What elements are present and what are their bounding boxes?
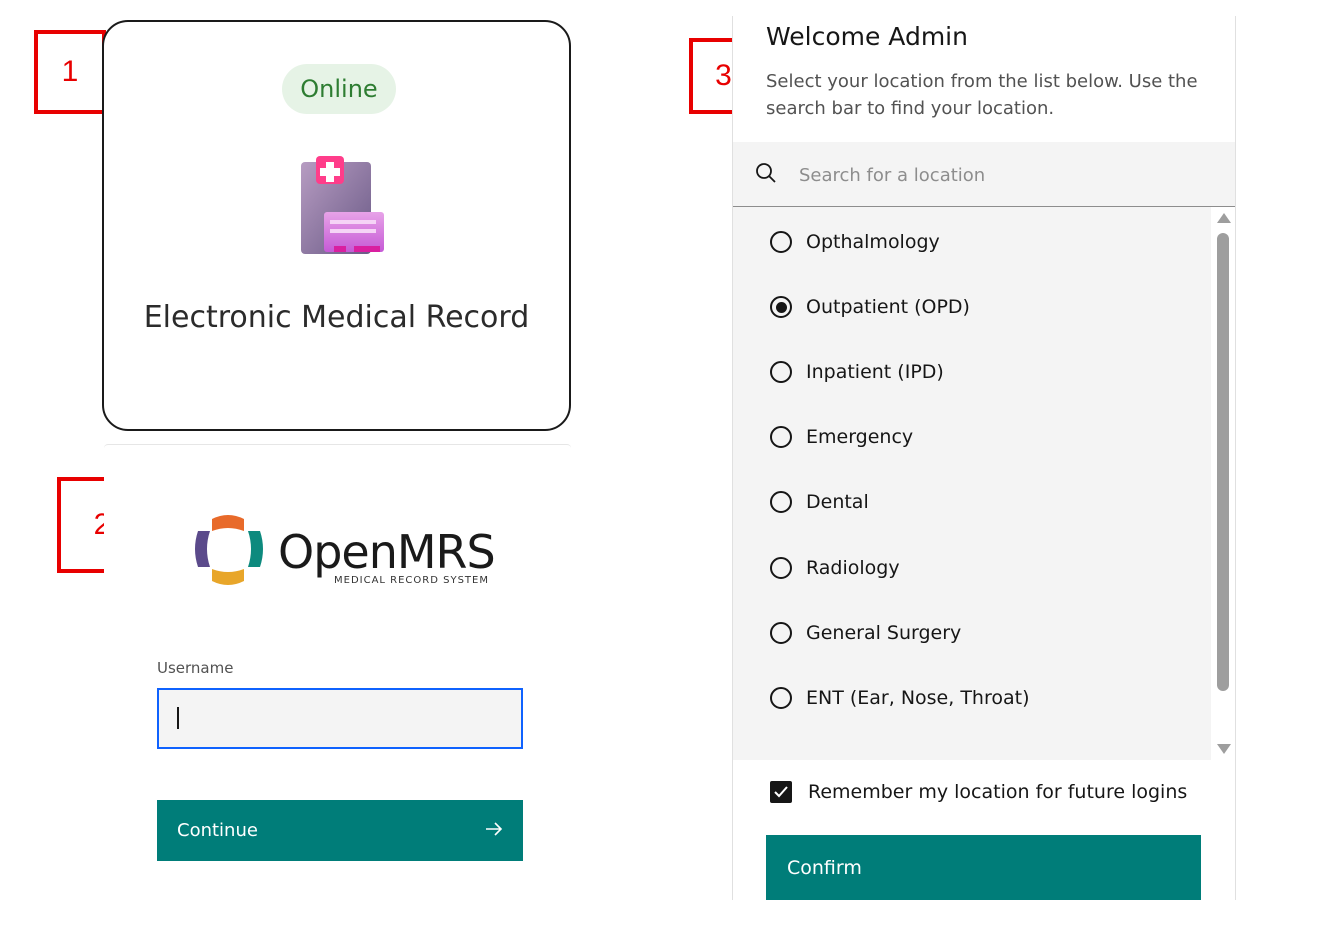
openmrs-logo-icon [190,511,268,594]
app-title: Electronic Medical Record [143,300,530,335]
location-item-radiology[interactable]: Radiology [770,548,900,588]
location-scrollbar[interactable] [1211,207,1235,760]
location-item-general-surgery[interactable]: General Surgery [770,613,961,653]
scroll-down-icon[interactable] [1217,744,1231,754]
location-label: General Surgery [806,622,962,644]
location-label: Outpatient (OPD) [806,296,970,318]
location-item-opthalmology[interactable]: Opthalmology [770,222,940,262]
radio-button[interactable] [770,622,792,644]
location-instructions: Select your location from the list below… [766,71,1198,119]
radio-button[interactable] [770,426,792,448]
location-search[interactable] [733,142,1235,207]
continue-button[interactable]: Continue [157,800,523,861]
radio-button[interactable] [770,361,792,383]
remember-label: Remember my location for future logins [808,781,1188,803]
location-label: Dental [806,491,869,513]
radio-button[interactable] [770,687,792,709]
location-item-ent[interactable]: ENT (Ear, Nose, Throat) [770,678,1030,718]
radio-button-selected[interactable] [770,296,792,318]
location-item-emergency[interactable]: Emergency [770,417,913,457]
search-icon [755,162,777,189]
radio-button[interactable] [770,491,792,513]
text-cursor [177,707,179,729]
remember-location[interactable]: Remember my location for future logins [770,781,1187,803]
confirm-button[interactable]: Confirm [766,835,1201,900]
logo-wordmark: OpenMRS [278,525,496,579]
radio-button[interactable] [770,557,792,579]
radio-button[interactable] [770,231,792,253]
location-picker: Welcome Admin Select your location from … [732,16,1236,900]
location-item-inpatient[interactable]: Inpatient (IPD) [770,352,944,392]
continue-label: Continue [177,820,258,841]
welcome-heading: Welcome Admin [766,22,968,51]
location-label: Emergency [806,426,914,448]
emr-app-card[interactable]: Online Electronic Medical Record [102,20,571,431]
annotation-marker-1: 1 [34,30,106,114]
scroll-thumb[interactable] [1217,233,1229,691]
username-label: Username [157,659,234,677]
scroll-up-icon[interactable] [1217,213,1231,223]
logo-tagline: MEDICAL RECORD SYSTEM [334,575,489,586]
location-label: Opthalmology [806,231,940,253]
username-input[interactable] [157,688,523,749]
location-label: ENT (Ear, Nose, Throat) [806,687,1030,709]
search-input[interactable] [797,156,1201,194]
location-list: Opthalmology Outpatient (OPD) Inpatient … [733,207,1211,760]
medical-record-icon [298,156,388,261]
login-card: OpenMRS MEDICAL RECORD SYSTEM Username C… [104,444,571,912]
remember-checkbox[interactable] [770,781,792,803]
location-item-dental[interactable]: Dental [770,482,869,522]
location-item-outpatient[interactable]: Outpatient (OPD) [770,287,970,327]
location-label: Inpatient (IPD) [806,361,944,383]
arrow-right-icon [485,820,503,841]
status-badge: Online [282,64,396,114]
location-label: Radiology [806,557,900,579]
